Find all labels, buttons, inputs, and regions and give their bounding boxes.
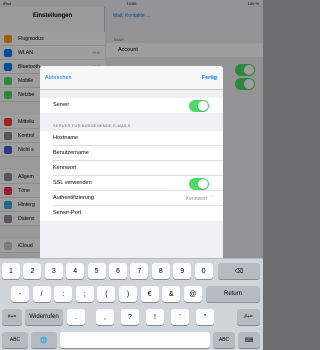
outgoing-section-header: SERVER FÜR AUSGEHENDE E-MAILS <box>53 123 131 128</box>
key-punctuation[interactable]: ? <box>121 309 139 325</box>
keyboard-dismiss-icon[interactable]: ⌨ <box>238 332 260 348</box>
cancel-button[interactable]: Abbrechen <box>45 75 72 81</box>
key-9[interactable]: 9 <box>173 263 192 279</box>
server-port-field[interactable]: Server-Port <box>40 206 223 221</box>
key-1[interactable]: 1 <box>2 263 20 279</box>
key-symbol[interactable]: & <box>162 286 181 302</box>
chevron-right-icon: › <box>211 194 213 200</box>
authentication-label: Authentifizierung <box>53 195 94 201</box>
space-bar[interactable] <box>60 332 210 348</box>
key-7[interactable]: 7 <box>130 263 149 279</box>
server-row: Server <box>40 98 223 113</box>
ssl-label: SSL verwenden <box>53 180 92 186</box>
key-symbol[interactable]: - <box>11 286 29 302</box>
symbols-key[interactable]: #+= <box>2 309 22 325</box>
key-symbol[interactable]: ; <box>75 286 94 302</box>
key-punctuation[interactable]: . <box>67 309 85 325</box>
key-symbol[interactable]: € <box>140 286 159 302</box>
ssl-toggle[interactable] <box>189 177 209 190</box>
authentication-value: Kennwort <box>185 195 207 202</box>
on-screen-keyboard: 1 2 3 4 5 6 7 8 9 0 ⌫ - /:;() € & @ Return #+= Widerrufen.… <box>0 258 263 350</box>
globe-icon[interactable]: 🌐 <box>31 332 57 348</box>
hostname-label: Hostname <box>53 135 79 141</box>
key-8[interactable]: 8 <box>151 263 170 279</box>
ssl-row: SSL verwenden <box>40 176 223 191</box>
username-label: Benutzername <box>53 150 89 156</box>
key-punctuation[interactable]: ! <box>146 309 164 325</box>
key-symbol[interactable]: / <box>32 286 51 302</box>
key-punctuation[interactable]: " <box>196 309 214 325</box>
password-field[interactable]: Kennwort <box>40 161 223 176</box>
abc-key[interactable]: ABC <box>2 332 28 348</box>
backspace-key[interactable]: ⌫ <box>218 263 260 279</box>
modal-nav-bar: Abbrechen Fertig <box>40 66 223 90</box>
done-button[interactable]: Fertig <box>202 75 217 81</box>
key-4[interactable]: 4 <box>66 263 85 279</box>
key-punctuation[interactable]: , <box>96 309 114 325</box>
username-field[interactable]: Benutzername <box>40 146 223 161</box>
undo-key[interactable]: Widerrufen <box>25 309 63 325</box>
key-symbol[interactable]: @ <box>183 286 202 302</box>
authentication-row[interactable]: Authentifizierung Kennwort › <box>40 191 223 206</box>
key-symbol[interactable]: ( <box>97 286 116 302</box>
password-label: Kennwort <box>53 165 77 171</box>
hostname-field[interactable]: Hostname <box>40 131 223 146</box>
key-6[interactable]: 6 <box>109 263 127 279</box>
outgoing-server-modal: Abbrechen Fertig Server SERVER FÜR AUSGE… <box>40 66 223 260</box>
key-3[interactable]: 3 <box>44 263 63 279</box>
key-2[interactable]: 2 <box>23 263 42 279</box>
key-symbol[interactable]: : <box>54 286 73 302</box>
server-port-label: Server-Port <box>53 210 82 216</box>
key-0[interactable]: 0 <box>194 263 213 279</box>
server-label: Server <box>53 102 70 108</box>
key-symbol[interactable]: ) <box>119 286 137 302</box>
key-5[interactable]: 5 <box>87 263 106 279</box>
key-punctuation[interactable]: ' <box>171 309 189 325</box>
abc-key-right[interactable]: ABC <box>213 332 235 348</box>
symbols-key-right[interactable]: #+= <box>237 309 260 325</box>
return-key[interactable]: Return <box>206 286 260 302</box>
server-toggle[interactable] <box>189 99 209 112</box>
